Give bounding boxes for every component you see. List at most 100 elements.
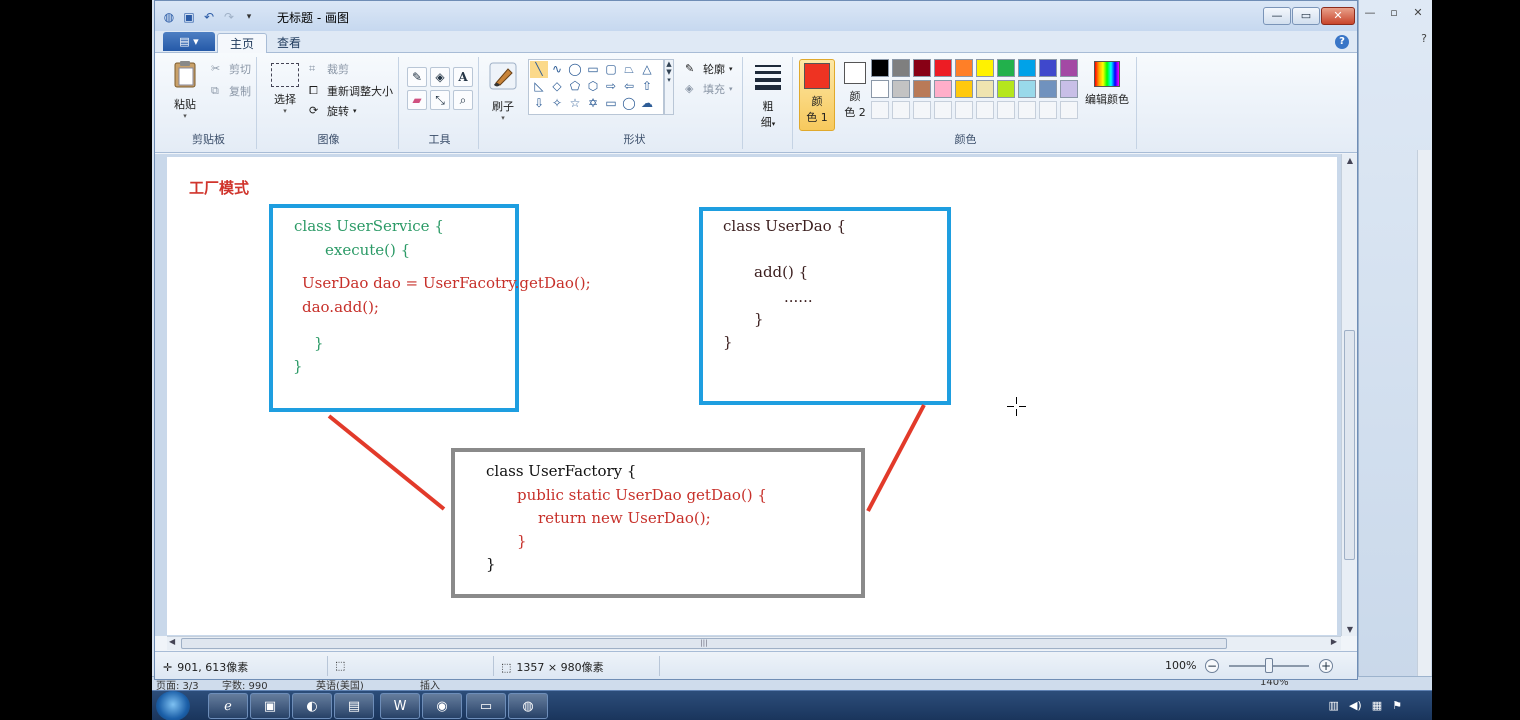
undo-icon[interactable]: ↶ <box>201 9 217 25</box>
palette-swatch[interactable] <box>1018 80 1036 98</box>
palette-swatch-empty[interactable] <box>976 101 994 119</box>
word-icon[interactable]: W <box>380 693 420 719</box>
chrome-icon[interactable]: ◉ <box>422 693 462 719</box>
vertical-scroll-thumb[interactable] <box>1344 330 1355 560</box>
palette-swatch-empty[interactable] <box>1039 101 1057 119</box>
palette-swatch[interactable] <box>955 59 973 77</box>
scroll-left-icon[interactable]: ◀ <box>169 637 175 646</box>
palette-swatch[interactable] <box>913 59 931 77</box>
selection-size: ⬚ <box>335 659 345 672</box>
screen-icon[interactable]: ▭ <box>466 693 506 719</box>
size-button[interactable]: 粗 细▾ <box>751 61 785 130</box>
palette-swatch-empty[interactable] <box>913 101 931 119</box>
palette-swatch[interactable] <box>934 80 952 98</box>
select-button[interactable]: 选择 ▾ <box>265 63 305 115</box>
palette-swatch-empty[interactable] <box>1018 101 1036 119</box>
palette-swatch-empty[interactable] <box>934 101 952 119</box>
horizontal-scroll-thumb[interactable]: ||| <box>181 638 1227 649</box>
flag-icon[interactable]: ⚑ <box>1392 699 1402 712</box>
scroll-right-icon[interactable]: ▶ <box>1331 637 1337 646</box>
palette-swatch[interactable] <box>976 59 994 77</box>
palette-swatch[interactable] <box>892 80 910 98</box>
pencil-icon[interactable]: ✎ <box>407 67 427 87</box>
tab-view[interactable]: 查看 <box>265 33 313 53</box>
paint-menu-button[interactable]: ▤ ▾ <box>163 32 215 51</box>
color-1-swatch <box>804 63 830 89</box>
help-icon[interactable]: ? <box>1415 32 1432 46</box>
zoom-slider-knob[interactable] <box>1265 658 1273 673</box>
crosshair-cursor-icon <box>1007 397 1026 416</box>
scroll-down-icon[interactable]: ▼ <box>1342 625 1358 634</box>
rotate-button[interactable]: ⟳ 旋转 ▾ <box>309 103 357 119</box>
palette-swatch[interactable] <box>997 80 1015 98</box>
crop-label: 裁剪 <box>327 63 349 76</box>
palette-swatch[interactable] <box>1060 59 1078 77</box>
color-2-button[interactable]: 颜 色 2 <box>837 59 873 131</box>
palette-swatch-empty[interactable] <box>892 101 910 119</box>
copy-button[interactable]: ⧉ 复制 <box>211 83 251 99</box>
palette-swatch-empty[interactable] <box>871 101 889 119</box>
palette-swatch-empty[interactable] <box>1060 101 1078 119</box>
maximize-button[interactable]: ▭ <box>1292 7 1320 25</box>
scroll-up-icon[interactable]: ▲ <box>1342 156 1358 165</box>
text-icon[interactable]: A <box>453 67 473 87</box>
input-icon[interactable]: ▦ <box>1372 699 1382 712</box>
maximize-icon[interactable]: ▫ <box>1385 6 1403 20</box>
zoom-in-button[interactable]: + <box>1319 659 1333 673</box>
palette-swatch[interactable] <box>997 59 1015 77</box>
redo-icon[interactable]: ↷ <box>221 9 237 25</box>
network-icon[interactable]: ▥ <box>1329 699 1339 712</box>
palette-swatch[interactable] <box>934 59 952 77</box>
fill-bucket-icon[interactable]: ◈ <box>430 67 450 87</box>
palette-swatch-empty[interactable] <box>997 101 1015 119</box>
explorer-icon[interactable]: ▤ <box>334 693 374 719</box>
palette-swatch[interactable] <box>1039 59 1057 77</box>
taskbar: ℯ ▣ ◐ ▤ W ◉ ▭ ◍ ▥ ◀) ▦ ⚑ <box>152 690 1432 720</box>
palette-swatch[interactable] <box>871 80 889 98</box>
zoom-out-button[interactable]: − <box>1205 659 1219 673</box>
close-button[interactable]: ✕ <box>1321 7 1355 25</box>
image-size: ⬚ 1357 × 980像素 <box>501 659 604 675</box>
resize-label: 重新调整大小 <box>327 85 393 98</box>
copy-label: 复制 <box>229 85 251 98</box>
save-icon[interactable]: ▣ <box>181 9 197 25</box>
brushes-button[interactable]: 刷子 ▾ <box>483 61 523 122</box>
paint-app-icon[interactable]: ◍ <box>161 9 177 25</box>
volume-icon[interactable]: ◀) <box>1349 699 1362 712</box>
cut-button[interactable]: ✂ 剪切 <box>211 61 251 77</box>
close-icon[interactable]: ✕ <box>1409 6 1427 20</box>
magnifier-icon[interactable]: ⌕ <box>453 90 473 110</box>
edit-colors-button[interactable]: 编辑颜色 <box>1083 61 1131 107</box>
palette-swatch[interactable] <box>955 80 973 98</box>
shapes-group: 形状 <box>527 57 743 149</box>
palette-swatch[interactable] <box>1018 59 1036 77</box>
resize-button[interactable]: ⧠ 重新调整大小 <box>309 83 393 99</box>
drawing-canvas[interactable]: 工厂模式 class UserService { execute() { Use… <box>167 157 1337 635</box>
start-button[interactable] <box>156 691 190 720</box>
palette-swatch-empty[interactable] <box>955 101 973 119</box>
horizontal-scrollbar[interactable]: ◀ ||| ▶ <box>167 636 1341 650</box>
minimize-button[interactable]: — <box>1263 7 1291 25</box>
palette-swatch[interactable] <box>871 59 889 77</box>
crop-button[interactable]: ⌗ 裁剪 <box>309 61 349 77</box>
eraser-icon[interactable]: ▰ <box>407 90 427 110</box>
tab-home[interactable]: 主页 <box>217 33 268 53</box>
background-scrollbar[interactable] <box>1417 150 1431 680</box>
intellij-icon[interactable]: ▣ <box>250 693 290 719</box>
minimize-icon[interactable]: — <box>1361 6 1379 20</box>
paint-icon[interactable]: ◍ <box>508 693 548 719</box>
color-picker-icon[interactable]: ⤡ <box>430 90 450 110</box>
help-icon[interactable]: ? <box>1335 35 1349 49</box>
vertical-scrollbar[interactable]: ▲ ▼ <box>1341 154 1357 636</box>
palette-swatch[interactable] <box>1060 80 1078 98</box>
customize-qat-icon[interactable]: ▾ <box>241 9 257 25</box>
ie-icon[interactable]: ℯ <box>208 693 248 719</box>
color-2-label-b: 色 2 <box>844 106 866 119</box>
palette-swatch[interactable] <box>913 80 931 98</box>
palette-swatch[interactable] <box>1039 80 1057 98</box>
color-1-button[interactable]: 颜 色 1 <box>799 59 835 131</box>
paste-button[interactable]: 粘贴 ▾ <box>165 59 205 120</box>
palette-swatch[interactable] <box>892 59 910 77</box>
palette-swatch[interactable] <box>976 80 994 98</box>
eclipse-icon[interactable]: ◐ <box>292 693 332 719</box>
